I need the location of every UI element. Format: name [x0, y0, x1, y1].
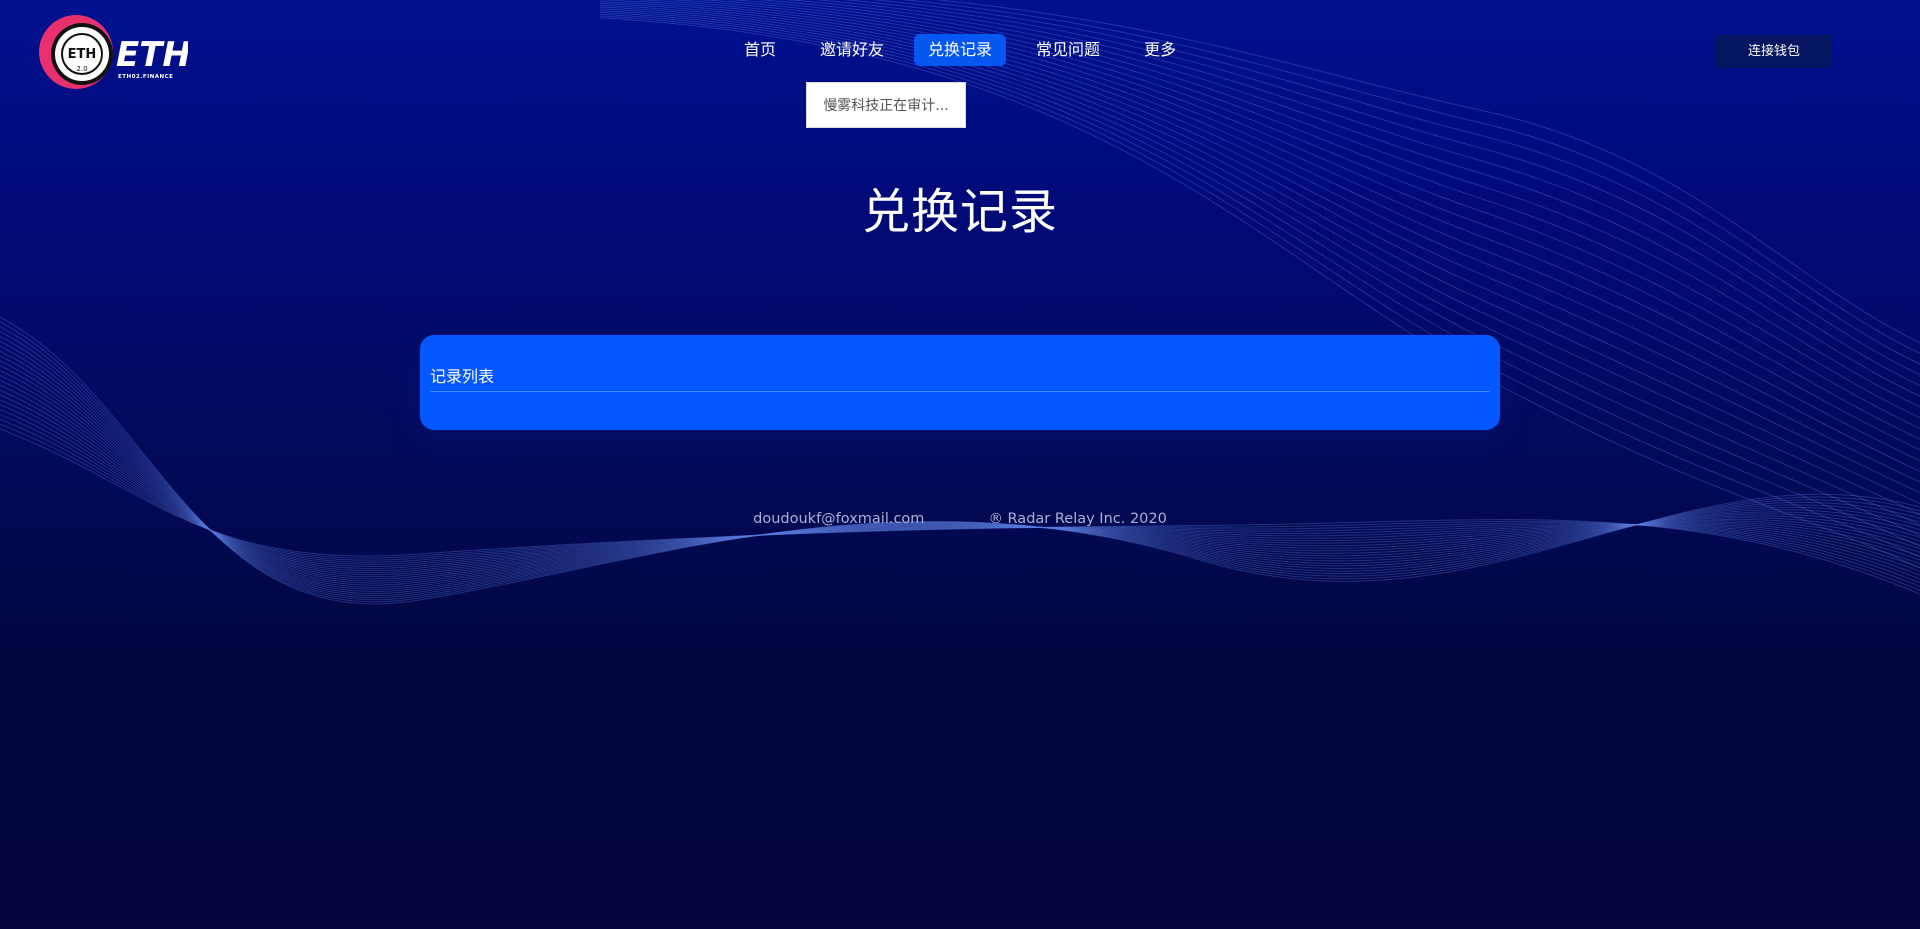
audit-dropdown[interactable]: 慢雾科技正在审计... [806, 82, 966, 128]
svg-text:2.0: 2.0 [76, 65, 87, 73]
wave-line [599, 6, 1920, 505]
wave-line [599, 4, 1920, 494]
wave-line [599, 11, 1920, 537]
brand-logo[interactable]: ETH 2.0 ETH ETH02.FINANCE [38, 14, 191, 90]
nav-home[interactable]: 首页 [730, 34, 790, 66]
footer-copyright: ® Radar Relay Inc. 2020 [988, 511, 1167, 527]
main-nav: 首页 邀请好友 兑换记录 常见问题 更多 [730, 34, 1206, 66]
divider [430, 391, 1490, 392]
svg-text:ETH02.FINANCE: ETH02.FINANCE [118, 74, 173, 80]
eth-logo-icon: ETH 2.0 ETH ETH02.FINANCE [39, 15, 191, 89]
wave-line [599, 13, 1920, 547]
page: ETH 2.0 ETH ETH02.FINANCE 首页 邀请好友 兑换记录 常… [0, 0, 1920, 929]
wave-line [599, 10, 1920, 526]
wave-line [599, 15, 1920, 558]
connect-wallet-button[interactable]: 连接钱包 [1716, 35, 1832, 68]
nav-exchange-records[interactable]: 兑换记录 [914, 34, 1007, 66]
records-card: 记录列表 [420, 335, 1500, 430]
footer: doudoukf@foxmail.com ® Radar Relay Inc. … [0, 511, 1920, 527]
footer-email[interactable]: doudoukf@foxmail.com [753, 511, 924, 527]
records-list-title: 记录列表 [430, 367, 495, 386]
wave-line [599, 8, 1920, 515]
wave-line [599, 17, 1920, 569]
svg-text:ETH: ETH [116, 35, 188, 75]
nav-more[interactable]: 更多 [1130, 34, 1190, 66]
svg-text:ETH: ETH [68, 47, 97, 62]
wave-line [0, 423, 1920, 591]
wave-line [0, 413, 1920, 584]
page-title: 兑换记录 [861, 184, 1058, 240]
nav-faq[interactable]: 常见问题 [1022, 34, 1114, 66]
nav-invite-friends[interactable]: 邀请好友 [806, 34, 898, 66]
wave-line [0, 418, 1920, 588]
